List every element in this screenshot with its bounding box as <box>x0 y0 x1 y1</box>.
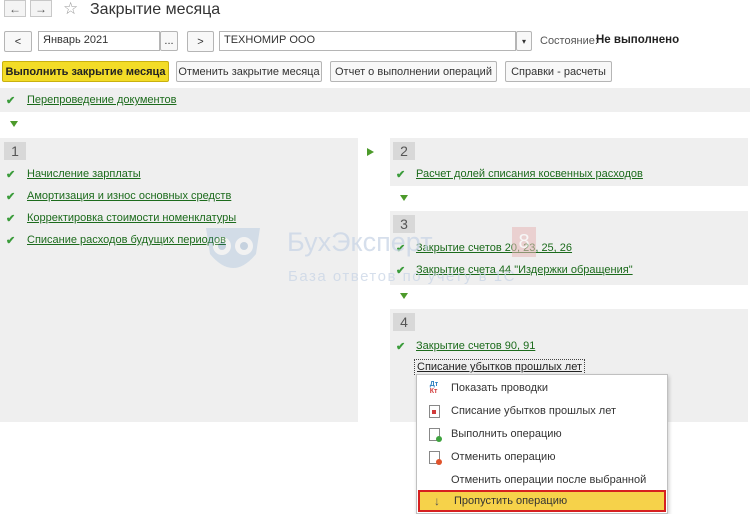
done-check-icon: ✔ <box>6 213 16 225</box>
organization-field[interactable]: ТЕХНОМИР ООО <box>219 31 516 51</box>
period-field[interactable]: Январь 2021 <box>38 31 160 51</box>
arrow-down-icon <box>400 195 408 201</box>
stage-2-number: 2 <box>393 142 415 160</box>
star-icon[interactable]: ☆ <box>63 0 78 19</box>
menu-item-skip-operation[interactable]: ↓ Пропустить операцию <box>418 490 666 512</box>
stage-1-item[interactable]: Начисление зарплаты <box>27 168 141 180</box>
watermark-brand: БухЭксперт <box>287 227 433 257</box>
menu-item-show-entries[interactable]: Дт Кт Показать проводки <box>417 377 667 399</box>
arrow-down-icon <box>10 121 18 127</box>
menu-item-cancel-operation[interactable]: Отменить операцию <box>417 446 667 468</box>
prev-period-button[interactable]: < <box>4 31 32 52</box>
menu-item-cancel-after-selected[interactable]: Отменить операции после выбранной <box>417 469 667 491</box>
stage-1-number: 1 <box>4 142 26 160</box>
stage-3-item[interactable]: Закрытие счетов 20, 23, 25, 26 <box>416 242 572 254</box>
done-check-icon: ✔ <box>6 95 16 107</box>
forward-button[interactable]: → <box>30 0 52 17</box>
stage-1-item[interactable]: Списание расходов будущих периодов <box>27 234 226 246</box>
done-check-icon: ✔ <box>6 169 16 181</box>
reference-calculations-button[interactable]: Справки - расчеты <box>505 61 612 82</box>
stage-4-item[interactable]: Закрытие счетов 90, 91 <box>416 340 535 352</box>
stage-1-item[interactable]: Амортизация и износ основных средств <box>27 190 231 202</box>
page-title: Закрытие месяца <box>90 1 221 18</box>
dt-kt-icon: Дт Кт <box>429 381 439 395</box>
organization-dropdown[interactable]: ▾ <box>516 31 532 51</box>
done-check-icon: ✔ <box>6 191 16 203</box>
operations-report-button[interactable]: Отчет о выполнении операций <box>330 61 497 82</box>
arrow-down-icon <box>400 293 408 299</box>
next-period-button[interactable]: > <box>187 31 214 52</box>
stage-4-number: 4 <box>393 313 415 331</box>
run-month-close-button[interactable]: Выполнить закрытие месяца <box>2 61 169 82</box>
done-check-icon: ✔ <box>6 235 16 247</box>
back-button[interactable]: ← <box>4 0 26 17</box>
state-label: Состояние: <box>540 35 598 47</box>
cancel-icon <box>427 450 442 465</box>
run-icon <box>427 427 442 442</box>
skip-arrow-icon: ↓ <box>434 494 440 508</box>
focused-operation[interactable]: Списание убытков прошлых лет <box>414 359 585 375</box>
watermark-number: 8 <box>512 227 536 257</box>
arrow-right-icon <box>367 148 374 156</box>
reposting-link[interactable]: Перепроведение документов <box>27 94 176 106</box>
done-check-icon: ✔ <box>396 341 406 353</box>
cancel-month-close-button[interactable]: Отменить закрытие месяца <box>176 61 322 82</box>
document-icon <box>427 404 441 418</box>
state-value: Не выполнено <box>596 34 680 46</box>
context-menu: Дт Кт Показать проводки Списание убытков … <box>416 374 668 514</box>
watermark-tagline: База ответов по учету в 1С <box>288 268 516 285</box>
owl-logo-icon <box>200 220 266 278</box>
menu-item-write-off-losses[interactable]: Списание убытков прошлых лет <box>417 400 667 422</box>
done-check-icon: ✔ <box>396 169 406 181</box>
menu-item-run-operation[interactable]: Выполнить операцию <box>417 423 667 445</box>
period-select-button[interactable]: ... <box>160 31 178 51</box>
stage-2-item[interactable]: Расчет долей списания косвенных расходов <box>416 168 643 180</box>
